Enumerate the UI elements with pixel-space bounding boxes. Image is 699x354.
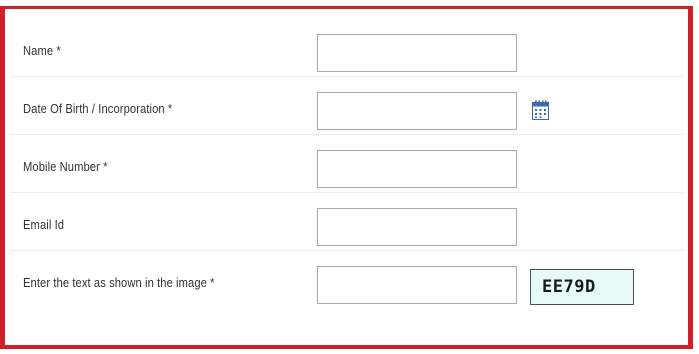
mobile-label: Mobile Number * <box>23 159 108 174</box>
captcha-row: Enter the text as shown in the image * E… <box>10 261 683 309</box>
dob-label: Date Of Birth / Incorporation * <box>23 101 173 116</box>
calendar-icon[interactable] <box>532 100 549 120</box>
dob-row: Date Of Birth / Incorporation * <box>10 87 683 135</box>
email-label: Email Id <box>23 217 65 232</box>
email-input[interactable] <box>317 208 517 246</box>
captcha-image: EE79D <box>530 269 634 305</box>
captcha-input[interactable] <box>317 266 517 304</box>
name-row: Name * <box>10 29 683 77</box>
email-row: Email Id <box>10 203 683 251</box>
name-label: Name * <box>23 43 61 58</box>
registration-form: Name * Date Of Birth / Incorporation * M… <box>0 6 693 349</box>
captcha-label: Enter the text as shown in the image * <box>23 275 215 290</box>
dob-input[interactable] <box>317 92 517 130</box>
name-input[interactable] <box>317 34 517 72</box>
captcha-text: EE79D <box>542 277 596 297</box>
mobile-row: Mobile Number * <box>10 145 683 193</box>
mobile-input[interactable] <box>317 150 517 188</box>
